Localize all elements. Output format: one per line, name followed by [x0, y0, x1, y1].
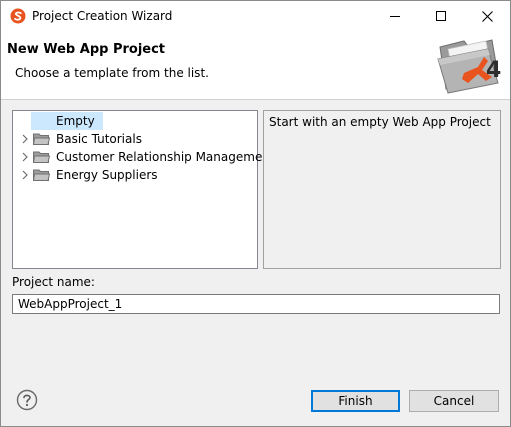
tree-item-basic-tutorials[interactable]: Basic Tutorials: [13, 130, 257, 148]
x4-folder-logo-icon: 4: [437, 39, 501, 94]
folder-icon: [33, 133, 50, 145]
tree-item-label: Customer Relationship Management: [56, 150, 275, 164]
close-button[interactable]: [464, 1, 510, 31]
project-name-label: Project name:: [12, 275, 95, 289]
tree-item-label: Basic Tutorials: [56, 132, 142, 146]
folder-icon: [33, 151, 50, 163]
chevron-right-icon[interactable]: [20, 134, 30, 144]
app-logo-icon: [10, 8, 26, 24]
maximize-icon: [436, 11, 446, 21]
window-title: Project Creation Wizard: [32, 9, 173, 23]
wizard-dialog: Project Creation Wizard New Web App Proj…: [0, 0, 511, 427]
project-name-input[interactable]: [12, 294, 500, 314]
minimize-button[interactable]: [372, 1, 418, 31]
tree-item-label: Empty: [56, 114, 95, 128]
template-tree[interactable]: Empty Basic Tutorials Customer Relations…: [12, 110, 275, 269]
svg-text:4: 4: [486, 58, 501, 83]
tree-item-empty[interactable]: Empty: [13, 112, 257, 130]
minimize-icon: [390, 16, 400, 17]
chevron-right-icon[interactable]: [20, 152, 30, 162]
chevron-right-icon[interactable]: [20, 170, 30, 180]
tree-item-customer-relationship-management[interactable]: Customer Relationship Management: [13, 148, 275, 166]
help-icon[interactable]: [16, 389, 38, 411]
finish-button[interactable]: Finish: [311, 390, 400, 412]
tree-item-energy-suppliers[interactable]: Energy Suppliers: [13, 166, 257, 184]
maximize-button[interactable]: [418, 1, 464, 31]
cancel-button[interactable]: Cancel: [409, 390, 499, 412]
page-subtitle: Choose a template from the list.: [15, 66, 209, 80]
folder-icon: [33, 169, 50, 181]
template-description-panel: Start with an empty Web App Project: [263, 110, 501, 269]
wizard-header: New Web App Project Choose a template fr…: [1, 31, 510, 100]
title-bar[interactable]: Project Creation Wizard: [1, 1, 510, 31]
page-title: New Web App Project: [7, 42, 166, 57]
tree-item-label: Energy Suppliers: [56, 168, 158, 182]
close-icon: [481, 10, 493, 22]
template-description: Start with an empty Web App Project: [269, 115, 491, 129]
